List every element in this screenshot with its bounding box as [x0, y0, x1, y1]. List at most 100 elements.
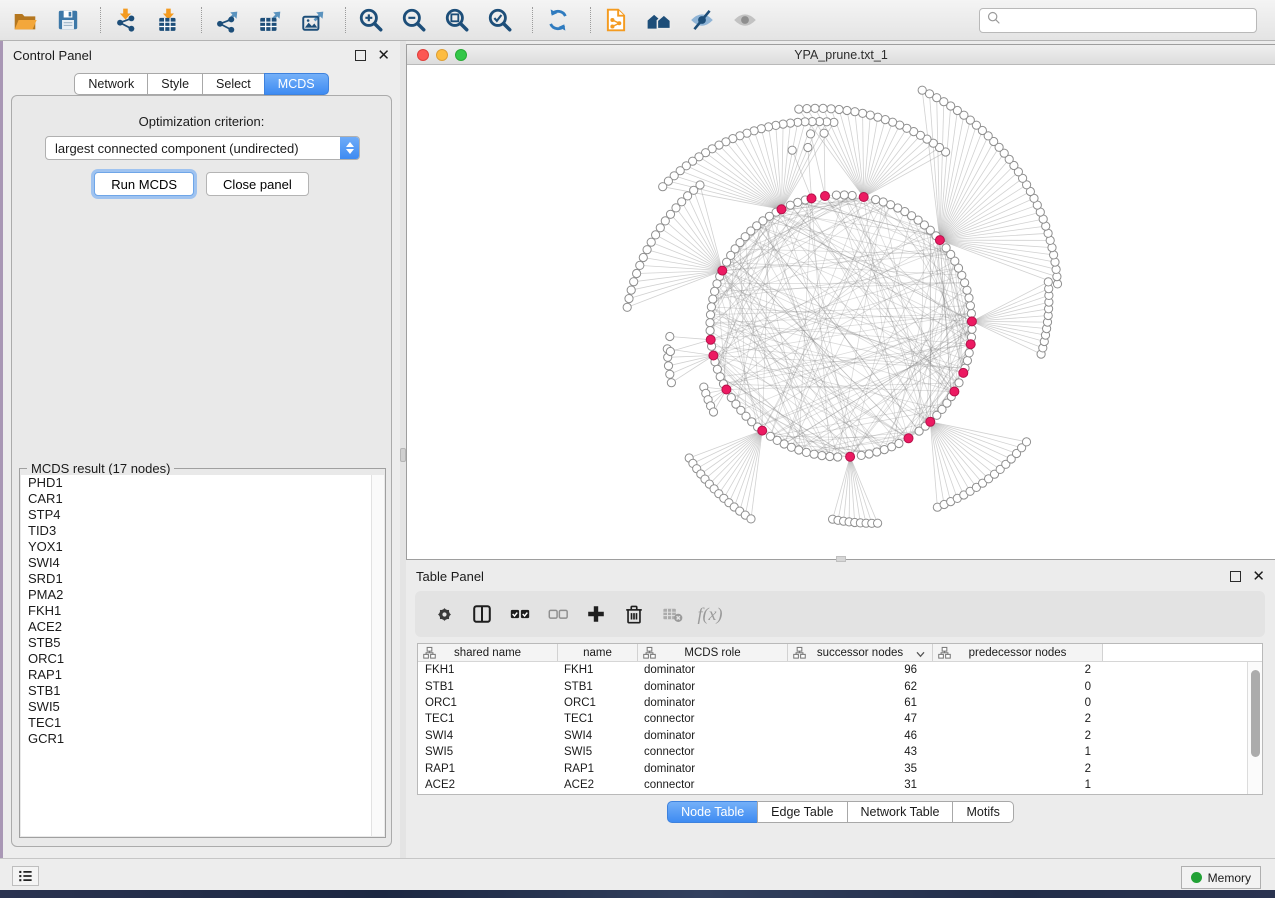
- export-network-icon[interactable]: [212, 6, 242, 34]
- table-row[interactable]: YOX1YOX1connector291: [418, 793, 1247, 794]
- tab-node-table[interactable]: Node Table: [667, 801, 758, 823]
- open-session-icon[interactable]: [10, 6, 40, 34]
- mcds-list-scrollbar[interactable]: [371, 475, 384, 836]
- search-box[interactable]: [979, 8, 1257, 33]
- tab-motifs[interactable]: Motifs: [952, 801, 1013, 823]
- criterion-dropdown[interactable]: largest connected component (undirected): [45, 136, 360, 160]
- mcds-result-node[interactable]: STB1: [21, 683, 384, 699]
- toolbar-separator: [532, 7, 533, 33]
- table-scrollbar[interactable]: [1247, 662, 1262, 794]
- network-window-titlebar[interactable]: YPA_prune.txt_1: [407, 45, 1275, 65]
- column-header-MCDS-role[interactable]: MCDS role: [638, 644, 788, 661]
- delete-column-icon[interactable]: [619, 600, 649, 628]
- column-header-predecessor-nodes[interactable]: predecessor nodes: [933, 644, 1103, 661]
- tab-network[interactable]: Network: [74, 73, 148, 95]
- sort-chevron-icon[interactable]: [916, 649, 925, 661]
- tab-edge-table[interactable]: Edge Table: [757, 801, 847, 823]
- close-window-icon[interactable]: [417, 49, 429, 61]
- zoom-fit-icon[interactable]: [442, 6, 472, 34]
- clone-network-icon[interactable]: [601, 6, 631, 34]
- mcds-result-node[interactable]: SRD1: [21, 571, 384, 587]
- export-image-icon[interactable]: [298, 6, 328, 34]
- mcds-result-node[interactable]: SWI5: [21, 699, 384, 715]
- float-table-panel-icon[interactable]: [1230, 571, 1241, 582]
- control-panel-title: Control Panel: [13, 48, 92, 63]
- column-header-shared-name[interactable]: shared name: [418, 644, 558, 661]
- create-column-icon[interactable]: [581, 600, 611, 628]
- mcds-result-node[interactable]: RAP1: [21, 667, 384, 683]
- maximize-window-icon[interactable]: [455, 49, 467, 61]
- zoom-selected-icon[interactable]: [485, 6, 515, 34]
- show-columns-icon[interactable]: [467, 600, 497, 628]
- show-panel-eye-icon[interactable]: [730, 6, 760, 34]
- tab-mcds[interactable]: MCDS: [264, 73, 329, 95]
- zoom-out-icon[interactable]: [399, 6, 429, 34]
- mcds-result-node[interactable]: GCR1: [21, 731, 384, 747]
- mcds-result-node[interactable]: ACE2: [21, 619, 384, 635]
- table-row[interactable]: TEC1TEC1connector472: [418, 711, 1247, 727]
- export-table-icon[interactable]: [255, 6, 285, 34]
- zoom-in-icon[interactable]: [356, 6, 386, 34]
- mcds-result-node[interactable]: FKH1: [21, 603, 384, 619]
- import-network-icon[interactable]: [111, 6, 141, 34]
- table-row[interactable]: SWI5SWI5connector431: [418, 744, 1247, 760]
- criterion-dropdown-value: largest connected component (undirected): [46, 141, 340, 156]
- table-row[interactable]: ACE2ACE2connector311: [418, 777, 1247, 793]
- run-mcds-button[interactable]: Run MCDS: [94, 172, 194, 196]
- memory-button[interactable]: Memory: [1181, 866, 1261, 889]
- mcds-result-node[interactable]: TID3: [21, 523, 384, 539]
- search-input[interactable]: [1006, 14, 1250, 28]
- minimize-window-icon[interactable]: [436, 49, 448, 61]
- task-history-button[interactable]: [12, 866, 39, 886]
- mcds-result-node[interactable]: STP4: [21, 507, 384, 523]
- float-panel-icon[interactable]: [355, 50, 366, 61]
- application-window: Control Panel ✕ NetworkStyleSelectMCDS O…: [0, 0, 1275, 898]
- select-all-icon[interactable]: [505, 600, 535, 628]
- table-row[interactable]: SWI4SWI4dominator462: [418, 728, 1247, 744]
- column-header-name[interactable]: name: [558, 644, 638, 661]
- tab-select[interactable]: Select: [202, 73, 265, 95]
- save-session-icon[interactable]: [53, 6, 83, 34]
- mcds-result-node[interactable]: ORC1: [21, 651, 384, 667]
- cell-successor-nodes: 96: [788, 664, 933, 676]
- cell-predecessor-nodes: 1: [933, 746, 1103, 758]
- table-settings-icon[interactable]: [429, 600, 459, 628]
- find-networks-icon[interactable]: [644, 6, 674, 34]
- refresh-layout-icon[interactable]: [543, 6, 573, 34]
- mcds-result-node[interactable]: STB5: [21, 635, 384, 651]
- close-panel-icon[interactable]: ✕: [377, 50, 390, 61]
- close-table-panel-icon[interactable]: ✕: [1252, 571, 1265, 582]
- table-row[interactable]: RAP1RAP1dominator352: [418, 760, 1247, 776]
- close-panel-button[interactable]: Close panel: [206, 172, 309, 196]
- table-row[interactable]: STB1STB1dominator620: [418, 678, 1247, 694]
- tab-network-table[interactable]: Network Table: [847, 801, 954, 823]
- cell-shared-name: TEC1: [418, 713, 558, 725]
- hide-panel-eye-icon[interactable]: [687, 6, 717, 34]
- table-row[interactable]: FKH1FKH1dominator962: [418, 662, 1247, 678]
- mcds-result-node[interactable]: PMA2: [21, 587, 384, 603]
- cell-MCDS-role: dominator: [638, 730, 788, 742]
- mcds-result-node[interactable]: SWI4: [21, 555, 384, 571]
- mcds-result-node[interactable]: PHD1: [21, 475, 384, 491]
- deselect-all-icon[interactable]: [543, 600, 573, 628]
- table-row[interactable]: ORC1ORC1dominator610: [418, 695, 1247, 711]
- toolbar-separator: [201, 7, 202, 33]
- table-scrollbar-thumb[interactable]: [1251, 670, 1260, 757]
- window-controls: [417, 49, 467, 61]
- mcds-result-node[interactable]: TEC1: [21, 715, 384, 731]
- tab-style[interactable]: Style: [147, 73, 203, 95]
- import-table-icon[interactable]: [154, 6, 184, 34]
- cell-successor-nodes: 43: [788, 746, 933, 758]
- cell-name: STB1: [558, 681, 638, 693]
- cell-shared-name: SWI5: [418, 746, 558, 758]
- cell-shared-name: FKH1: [418, 664, 558, 676]
- mcds-result-node[interactable]: YOX1: [21, 539, 384, 555]
- column-header-successor-nodes[interactable]: successor nodes: [788, 644, 933, 661]
- mcds-result-list[interactable]: PHD1CAR1STP4TID3YOX1SWI4SRD1PMA2FKH1ACE2…: [21, 475, 384, 836]
- delete-table-icon: [657, 600, 687, 628]
- network-canvas[interactable]: [407, 65, 1274, 559]
- cell-name: ORC1: [558, 697, 638, 709]
- mcds-result-node[interactable]: CAR1: [21, 491, 384, 507]
- control-panel-header: Control Panel ✕: [3, 41, 400, 69]
- network-window-title: YPA_prune.txt_1: [794, 48, 888, 62]
